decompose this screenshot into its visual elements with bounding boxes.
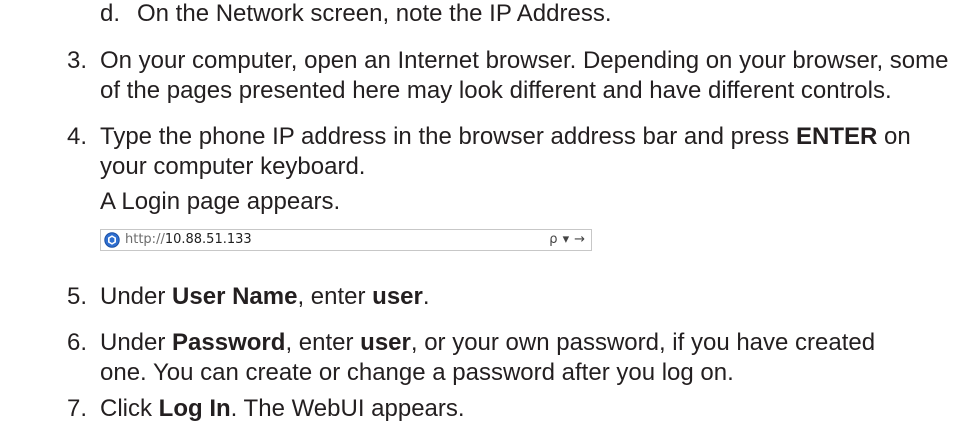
step-4-line-3: A Login page appears. [100, 188, 341, 215]
step-3-line-1: On your computer, open an Internet brows… [100, 47, 949, 74]
step-d-marker: d. [100, 0, 121, 27]
step-4-text: Type the phone IP address in the browser… [100, 123, 796, 150]
address-bar-tools: ρ ▾ → [549, 231, 585, 249]
step-6-text-2: , enter [285, 329, 361, 356]
step-6-text: Under [100, 329, 173, 356]
search-icon[interactable]: ρ [549, 231, 557, 249]
step-3-line-2: of the pages presented here may look dif… [100, 77, 892, 104]
url-protocol: http:// [125, 232, 165, 247]
step-5-text-3: . [422, 283, 430, 310]
step-4-line-1: Type the phone IP address in the browser… [100, 123, 911, 151]
browser-address-bar[interactable]: http://10.88.51.133 ρ ▾ → [100, 229, 592, 251]
step-5-text-2: , enter [297, 283, 373, 310]
step-7-text: Click [100, 395, 159, 422]
step-5-text: Under [100, 283, 173, 310]
password-value: user [360, 329, 411, 356]
step-4-marker: 4. [67, 123, 88, 150]
step-7-text-2: . The WebUI appears. [230, 395, 465, 422]
enter-key-label: ENTER [795, 123, 878, 150]
step-7-marker: 7. [67, 395, 88, 422]
user-value: user [372, 283, 423, 310]
chevron-down-icon[interactable]: ▾ [563, 231, 570, 249]
step-4-line-2: your computer keyboard. [100, 153, 366, 180]
step-4-text-end: on [877, 123, 911, 150]
user-name-label: User Name [172, 283, 298, 310]
site-icon [104, 232, 120, 248]
step-6-text-3: , or your own password, if you have crea… [410, 329, 876, 356]
step-6-line-1: Under Password, enter user, or your own … [100, 329, 875, 357]
address-url[interactable]: http://10.88.51.133 [125, 232, 252, 248]
step-6-line-2: one. You can create or change a password… [100, 359, 734, 386]
step-3-marker: 3. [67, 47, 88, 74]
step-6-marker: 6. [67, 329, 88, 356]
arrow-right-icon[interactable]: → [574, 231, 585, 249]
step-7-line: Click Log In. The WebUI appears. [100, 395, 465, 423]
step-5-line: Under User Name, enter user. [100, 283, 430, 311]
log-in-label: Log In [158, 395, 231, 422]
url-host: 10.88.51.133 [164, 232, 252, 247]
step-d-text: On the Network screen, note the IP Addre… [137, 0, 612, 27]
password-label: Password [172, 329, 286, 356]
step-5-marker: 5. [67, 283, 88, 310]
